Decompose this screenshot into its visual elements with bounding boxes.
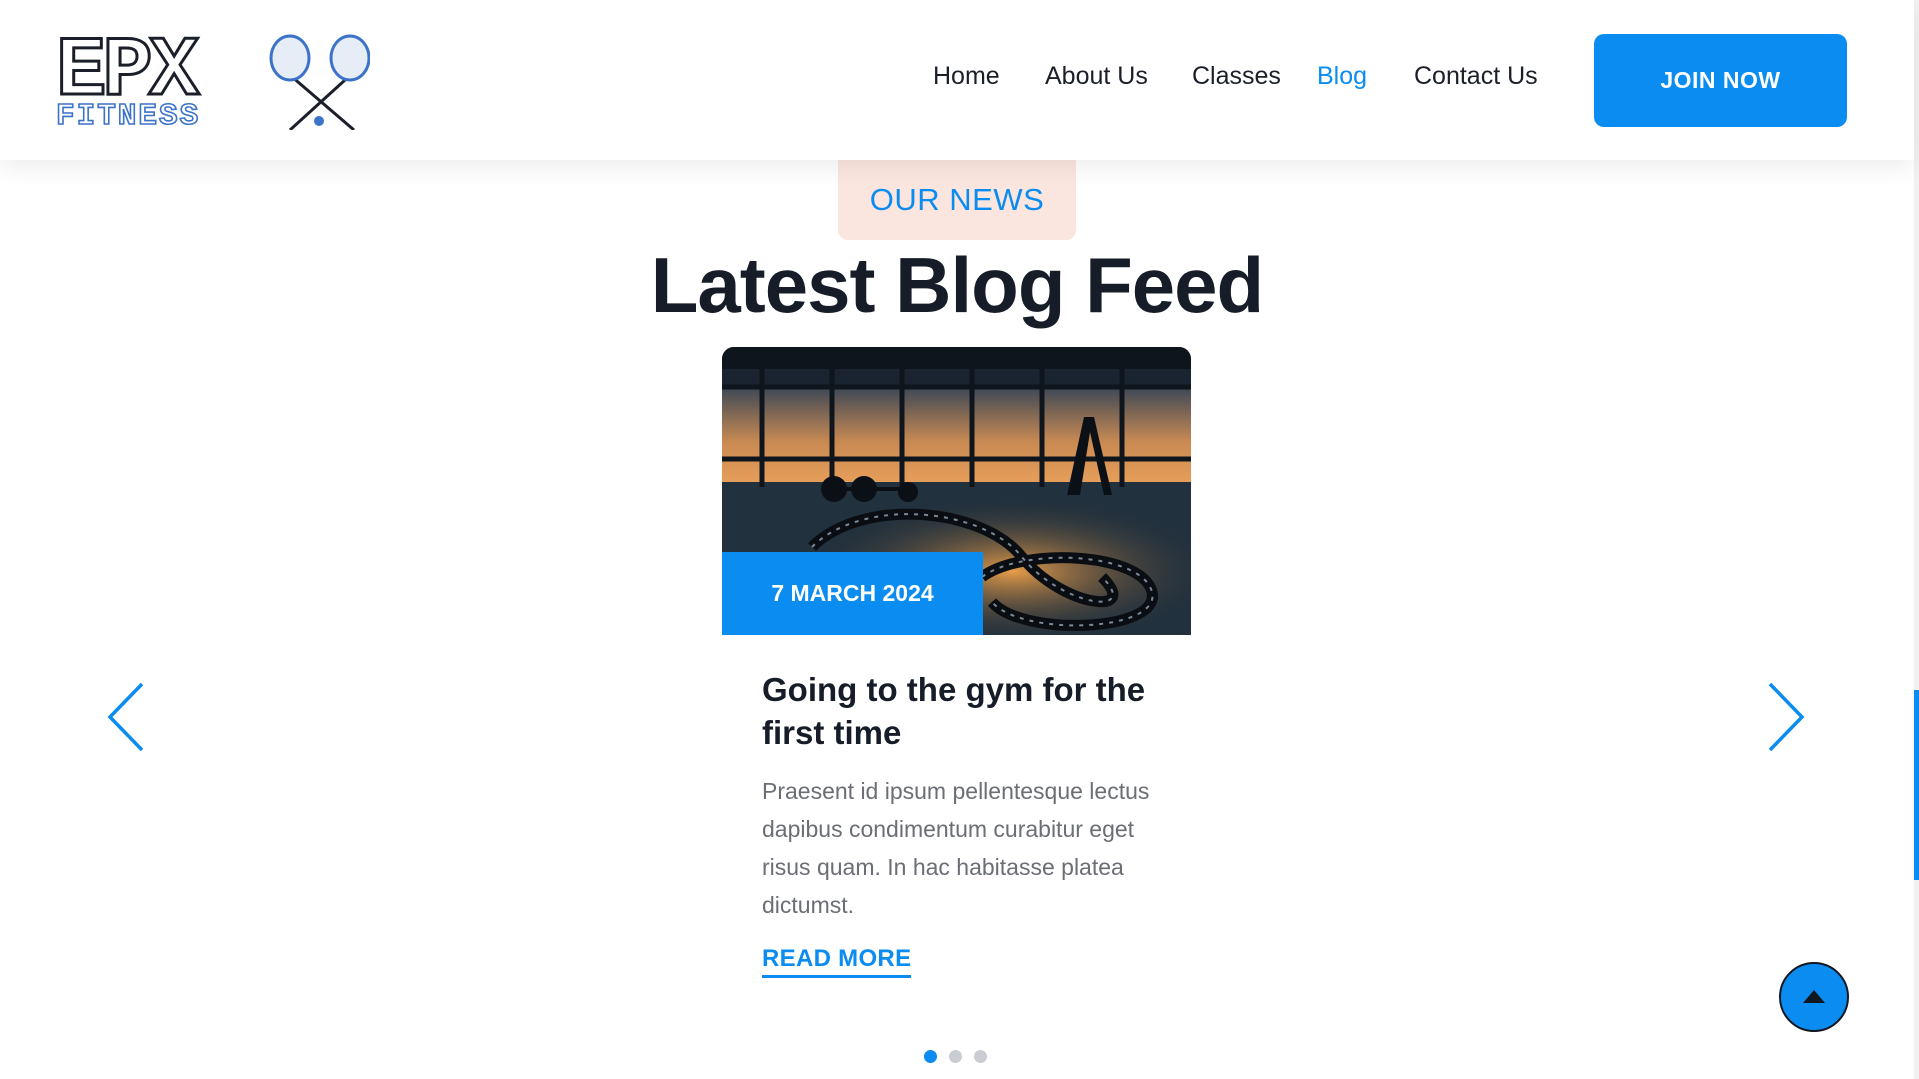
read-more-link[interactable]: READ MORE [762,945,912,978]
nav-contact-us[interactable]: Contact Us [1414,62,1538,91]
svg-text:FITNESS: FITNESS [56,99,200,130]
post-excerpt: Praesent id ipsum pellentesque lectus da… [762,778,1150,918]
section-tag-label: OUR NEWS [869,182,1045,217]
nav-about-us[interactable]: About Us [1045,62,1148,91]
section-title: Latest Blog Feed [650,241,1264,329]
site-logo[interactable]: EPX FITNESS [55,24,371,135]
carousel-prev-button[interactable] [104,680,148,754]
carousel-dot-3[interactable] [974,1050,987,1063]
post-date: 7 MARCH 2024 [771,580,934,606]
carousel-dot-1[interactable] [924,1050,937,1063]
nav-blog[interactable]: Blog [1317,62,1367,91]
arrow-up-icon [1803,990,1825,1003]
scrollbar-track[interactable] [1914,0,1919,1079]
carousel-pagination [924,1050,987,1064]
scrollbar-thumb[interactable] [1914,690,1919,880]
chevron-right-icon [1768,682,1805,752]
post-title[interactable]: Going to the gym for the first time [762,668,1182,754]
nav-classes[interactable]: Classes [1192,62,1281,91]
chevron-left-icon [107,682,144,752]
post-date-badge: 7 MARCH 2024 [722,552,983,635]
site-header: EPX FITNESS Home About Us Classes Blog C… [0,0,1914,160]
nav-home[interactable]: Home [933,62,1000,91]
back-to-top-button[interactable] [1779,962,1849,1032]
crossed-rackets-icon [269,34,371,132]
logo-wordmark: EPX FITNESS [55,24,206,135]
join-now-button[interactable]: JOIN NOW [1594,34,1847,127]
carousel-dot-2[interactable] [949,1050,962,1063]
carousel-next-button[interactable] [1764,680,1808,754]
section-tag: OUR NEWS [838,160,1076,240]
